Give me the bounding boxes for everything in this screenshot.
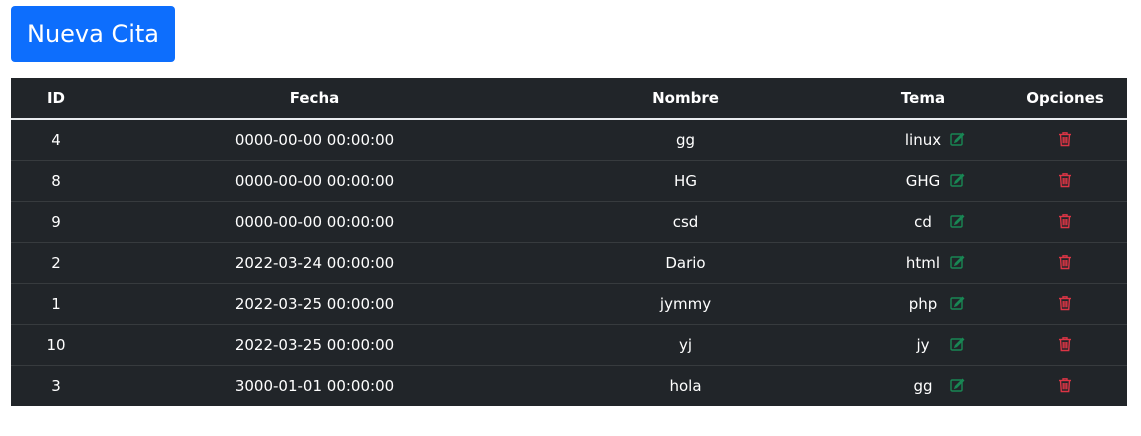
cell-tema: jy bbox=[843, 324, 1004, 366]
trash-icon[interactable] bbox=[1058, 131, 1072, 147]
trash-icon[interactable] bbox=[1058, 377, 1072, 393]
cell-tema: linux bbox=[843, 119, 1004, 161]
edit-icon[interactable] bbox=[949, 131, 965, 147]
cell-id: 4 bbox=[11, 119, 101, 161]
cell-fecha: 0000-00-00 00:00:00 bbox=[101, 119, 528, 161]
cell-nombre: Dario bbox=[528, 242, 843, 284]
edit-icon[interactable] bbox=[949, 377, 965, 393]
trash-icon[interactable] bbox=[1058, 213, 1072, 229]
cell-id: 10 bbox=[11, 324, 101, 366]
trash-icon[interactable] bbox=[1058, 254, 1072, 270]
cell-id: 3 bbox=[51, 377, 61, 395]
column-header-tema: Tema bbox=[843, 78, 1004, 120]
cell-fecha: 2022-03-25 00:00:00 bbox=[101, 283, 528, 325]
citas-table: ID Fecha Nombre Tema Opciones 4 0000-00-0… bbox=[11, 78, 1128, 406]
cell-fecha: 0000-00-00 00:00:00 bbox=[101, 160, 528, 202]
edit-icon[interactable] bbox=[949, 213, 965, 229]
cell-fecha: 3000-01-01 00:00:00 bbox=[234, 377, 395, 395]
cell-nombre: gg bbox=[528, 119, 843, 161]
cell-id: 9 bbox=[11, 201, 101, 243]
cell-id: 8 bbox=[11, 160, 101, 202]
column-header-opciones: Opciones bbox=[1003, 78, 1128, 120]
trash-icon[interactable] bbox=[1058, 172, 1072, 188]
table-header-row: ID Fecha Nombre Tema Opciones bbox=[11, 78, 1128, 120]
column-header-id: ID bbox=[11, 78, 101, 120]
nueva-cita-button[interactable]: Nueva Cita bbox=[11, 6, 175, 62]
citas-table-container: ID Fecha Nombre Tema Opciones 4 0000-00-0… bbox=[11, 78, 1128, 406]
cell-id: 2 bbox=[11, 242, 101, 284]
cell-tema: html bbox=[843, 242, 1004, 284]
edit-icon[interactable] bbox=[949, 254, 965, 270]
column-header-fecha: Fecha bbox=[101, 78, 528, 120]
cell-nombre: yj bbox=[528, 324, 843, 366]
trash-icon[interactable] bbox=[1058, 295, 1072, 311]
cell-nombre: csd bbox=[528, 201, 843, 243]
cell-tema: GHG bbox=[843, 160, 1004, 202]
cell-tema: php bbox=[843, 283, 1004, 325]
edit-icon[interactable] bbox=[949, 295, 965, 311]
cell-fecha: 2022-03-24 00:00:00 bbox=[101, 242, 528, 284]
cell-nombre: hola bbox=[669, 377, 702, 395]
edit-icon[interactable] bbox=[949, 336, 965, 352]
column-header-nombre: Nombre bbox=[528, 78, 843, 120]
edit-icon[interactable] bbox=[949, 172, 965, 188]
cell-nombre: HG bbox=[528, 160, 843, 202]
cell-tema: cd bbox=[843, 201, 1004, 243]
cell-tema: gg bbox=[913, 377, 933, 395]
cell-fecha: 2022-03-25 00:00:00 bbox=[101, 324, 528, 366]
cell-nombre: jymmy bbox=[528, 283, 843, 325]
cell-fecha: 0000-00-00 00:00:00 bbox=[101, 201, 528, 243]
trash-icon[interactable] bbox=[1058, 336, 1072, 352]
cell-id: 1 bbox=[11, 283, 101, 325]
